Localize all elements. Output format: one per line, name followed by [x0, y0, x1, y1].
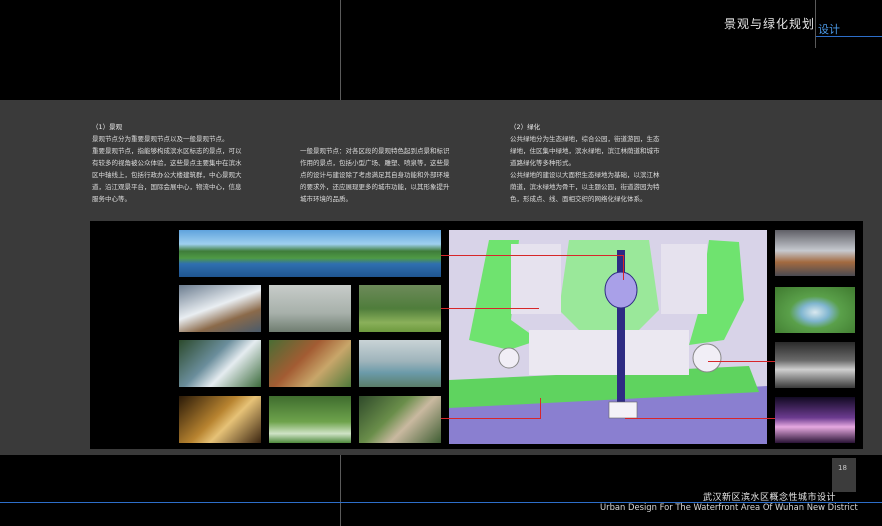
- photo-night-fountain: [775, 397, 855, 443]
- photo-round-fountain-lawn: [775, 287, 855, 333]
- column-line: 道路绿化等多种形式。: [510, 159, 575, 167]
- photo-waterfront-panorama: [179, 230, 441, 277]
- photo-lake-shore: [359, 340, 441, 387]
- footer-title-en: Urban Design For The Waterfront Area Of …: [600, 502, 858, 512]
- photo-fountain-rocks: [179, 285, 261, 332]
- column-line: 绿地，住区集中绿地，滨水绿地，滨江林荫道和城市: [510, 147, 660, 155]
- plan-plaza-circle-west: [498, 347, 520, 369]
- leader-line-right-bottom: [625, 418, 775, 419]
- text-column-greening: （2）绿化 公共绿地分为生态绿地，综合公园，街道游园，生态 绿地，住区集中绿地，…: [510, 121, 710, 205]
- photo-plaza-tower: [269, 285, 351, 332]
- column-line: 服务中心等。: [92, 195, 131, 203]
- plan-district-east: [661, 244, 707, 314]
- leader-line-top-left-drop: [623, 255, 624, 280]
- column-line: 作用的景点，包括小型广场、雕塑、喷泉等，这些景: [300, 159, 450, 167]
- photo-autumn-path: [269, 340, 351, 387]
- column-line: 公共绿地分为生态绿地，综合公园，街道游园，生态: [510, 135, 660, 143]
- text-column-general-nodes: 一般景观节点：对各区段的景观特色起到点景和标识 作用的景点，包括小型广场、雕塑、…: [300, 145, 500, 205]
- leader-line-mid-left: [441, 308, 539, 309]
- column-line: 一般景观节点：对各区段的景观特色起到点景和标识: [300, 147, 450, 155]
- column-line: 有较多的视角被公众体验，这些景点主要集中在滨水: [92, 159, 242, 167]
- column-line: 公共绿地的建设以大面积生态绿地为基础，以滨江林: [510, 171, 660, 179]
- column-line: 城市环境的品质。: [300, 195, 352, 203]
- leader-line-bottom-left: [441, 418, 541, 419]
- photo-park-trees: [359, 285, 441, 332]
- photo-tree-lawn: [269, 396, 351, 443]
- master-plan-map: [449, 230, 767, 444]
- column-line: 景观节点分为重要景观节点以及一般景观节点。: [92, 135, 229, 143]
- column-heading: （1）景观: [92, 123, 123, 131]
- column-line: 的要求外，还应展现更多的城市功能，以其形象提升: [300, 183, 450, 191]
- photo-garden-light: [179, 340, 261, 387]
- page-subtitle: 设计: [818, 23, 840, 36]
- frame-vline-right: [815, 0, 816, 48]
- page-title: 景观与绿化规划: [724, 17, 816, 31]
- plan-district-south: [529, 330, 689, 375]
- column-heading: （2）绿化: [510, 123, 541, 131]
- leader-line-bottom-left-rise: [540, 398, 541, 419]
- photo-fountain-jets: [775, 230, 855, 276]
- leader-line-top-left: [441, 255, 624, 256]
- page-number: 18: [838, 464, 847, 472]
- plan-riverfront-terrace: [608, 401, 638, 419]
- column-line: 区中轴线上，包括行政办公大楼建筑群，中心景观大: [92, 171, 242, 179]
- photo-waterside-green: [359, 396, 441, 443]
- column-line: 道，沿江观景平台，国际会展中心，物流中心，信息: [92, 183, 242, 191]
- master-plan-drawing: [449, 230, 767, 444]
- leader-line-right-top: [708, 361, 775, 362]
- column-line: 荫道，滨水绿地为骨干，以主题公园，街道游园为特: [510, 183, 660, 191]
- photo-plaza-water-jets: [775, 342, 855, 388]
- photo-night-building: [179, 396, 261, 443]
- plan-central-dome: [604, 271, 638, 309]
- plan-plaza-circle: [692, 343, 722, 373]
- column-line: 色，形成点、线、面相交织的网络化绿化体系。: [510, 195, 647, 203]
- column-line: 点的设计与建设除了考虑满足其自身功能和外部环境: [300, 171, 450, 179]
- frame-vline-footer: [340, 455, 341, 526]
- text-column-landscape: （1）景观 景观节点分为重要景观节点以及一般景观节点。 重要景观节点，指能够构成…: [92, 121, 292, 205]
- column-line: 重要景观节点，指能够构成滨水区标志的景点，可以: [92, 147, 242, 155]
- frame-vline-left: [340, 0, 341, 100]
